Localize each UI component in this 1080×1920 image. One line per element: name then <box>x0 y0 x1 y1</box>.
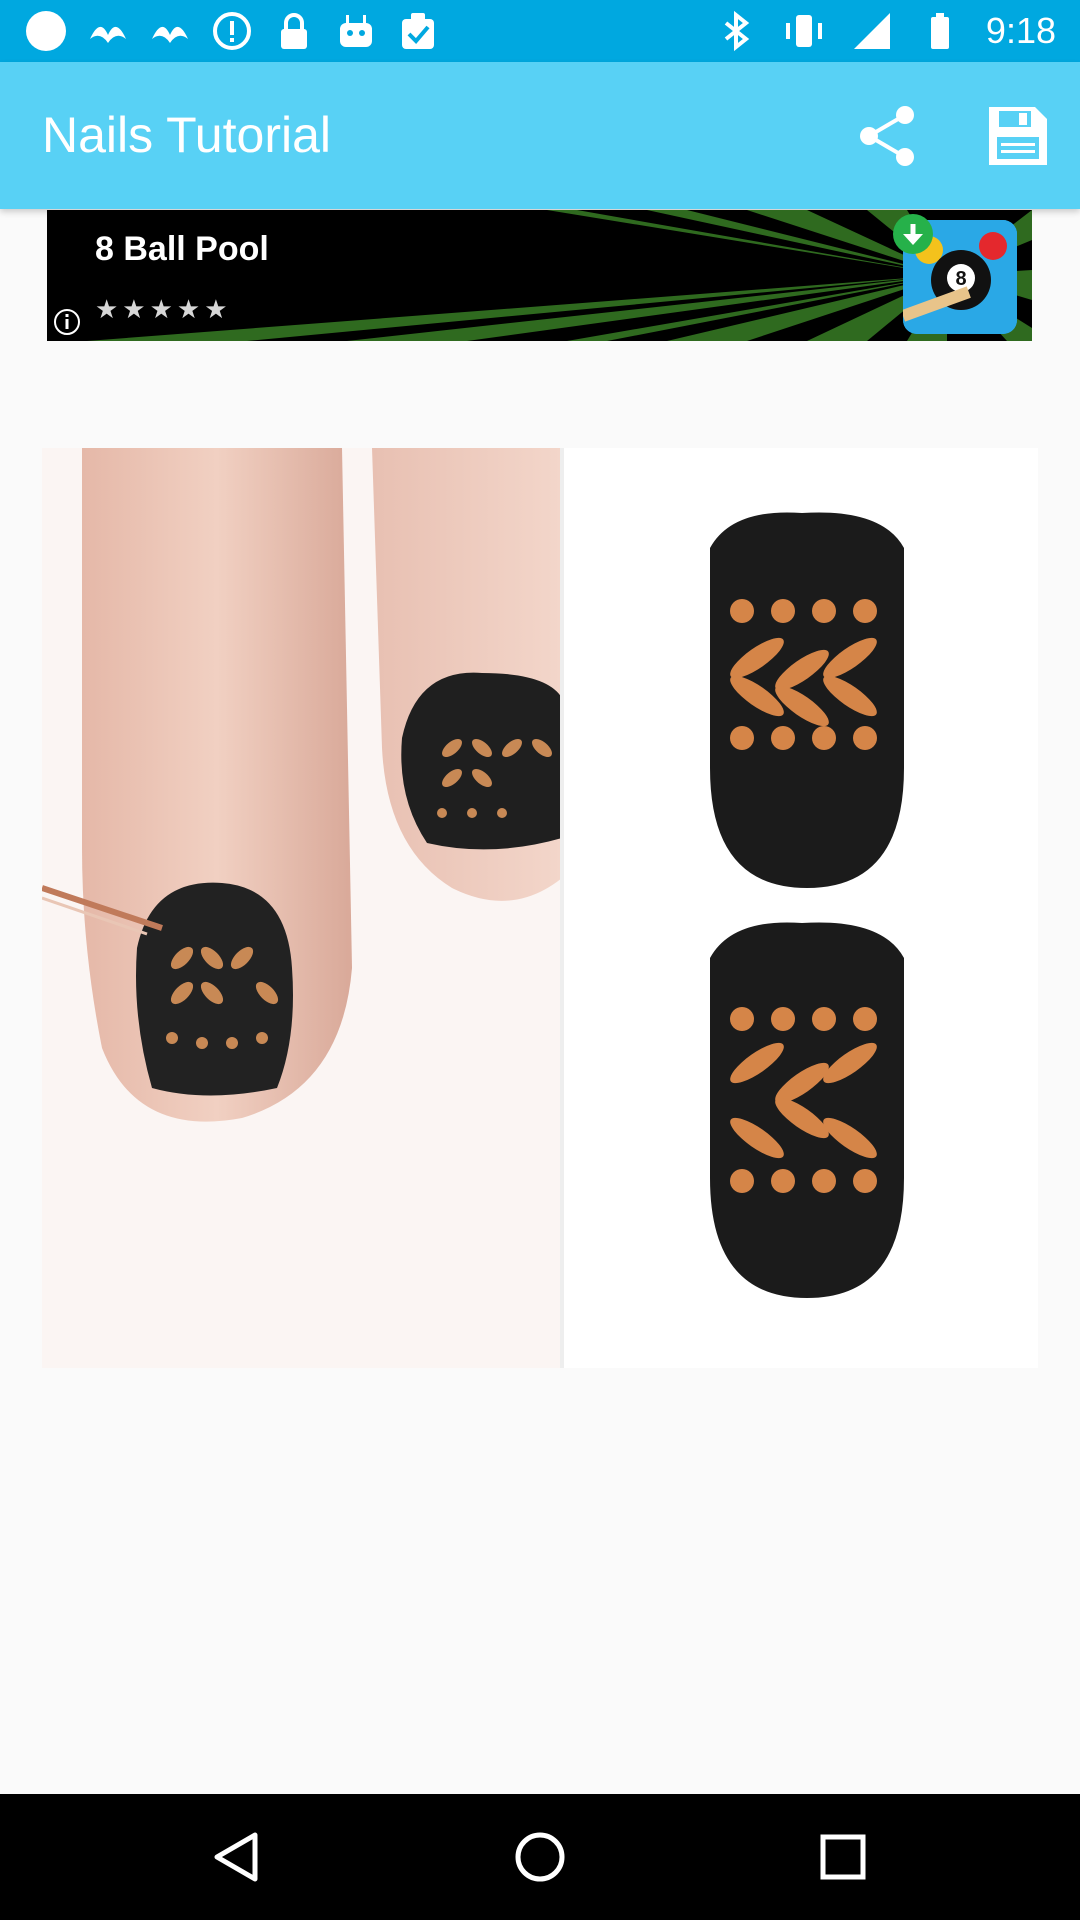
recents-square-icon <box>820 1834 866 1880</box>
info-icon[interactable] <box>53 308 81 336</box>
ad-banner[interactable]: 8 Ball Pool ★★★★★ 8 <box>47 210 1032 341</box>
status-bar: 9:18 <box>0 0 1080 62</box>
save-button[interactable] <box>980 98 1056 174</box>
android-icon <box>334 9 378 53</box>
save-icon <box>989 107 1047 165</box>
share-button[interactable] <box>850 98 926 174</box>
nail-diagram-top <box>710 512 904 888</box>
signal-icon <box>850 9 894 53</box>
back-triangle-icon <box>214 1832 258 1882</box>
share-icon <box>860 106 914 166</box>
ad-rating-stars: ★★★★★ <box>95 294 232 324</box>
status-time: 9:18 <box>985 10 1056 51</box>
navigation-bar <box>0 1794 1080 1920</box>
bluetooth-icon <box>714 9 758 53</box>
lock-icon <box>272 9 316 53</box>
clipboard-check-icon <box>396 9 440 53</box>
home-circle-icon <box>515 1832 565 1882</box>
alert-icon <box>210 9 254 53</box>
bird-icon <box>148 9 192 53</box>
notification-circle-icon <box>24 9 68 53</box>
back-button[interactable] <box>202 1822 272 1892</box>
ad-title[interactable]: 8 Ball Pool <box>95 230 269 269</box>
svg-text:8: 8 <box>955 268 966 290</box>
vibrate-icon <box>782 9 826 53</box>
battery-icon <box>918 9 962 53</box>
recents-button[interactable] <box>808 1822 878 1892</box>
nail-art-tutorial-image <box>42 448 1038 1368</box>
home-button[interactable] <box>505 1822 575 1892</box>
bird-icon <box>86 9 130 53</box>
nail-diagram-bottom <box>710 922 904 1298</box>
download-arrow-icon[interactable] <box>893 214 933 254</box>
app-title: Nails Tutorial <box>42 107 331 163</box>
app-bar: Nails Tutorial <box>0 62 1080 209</box>
